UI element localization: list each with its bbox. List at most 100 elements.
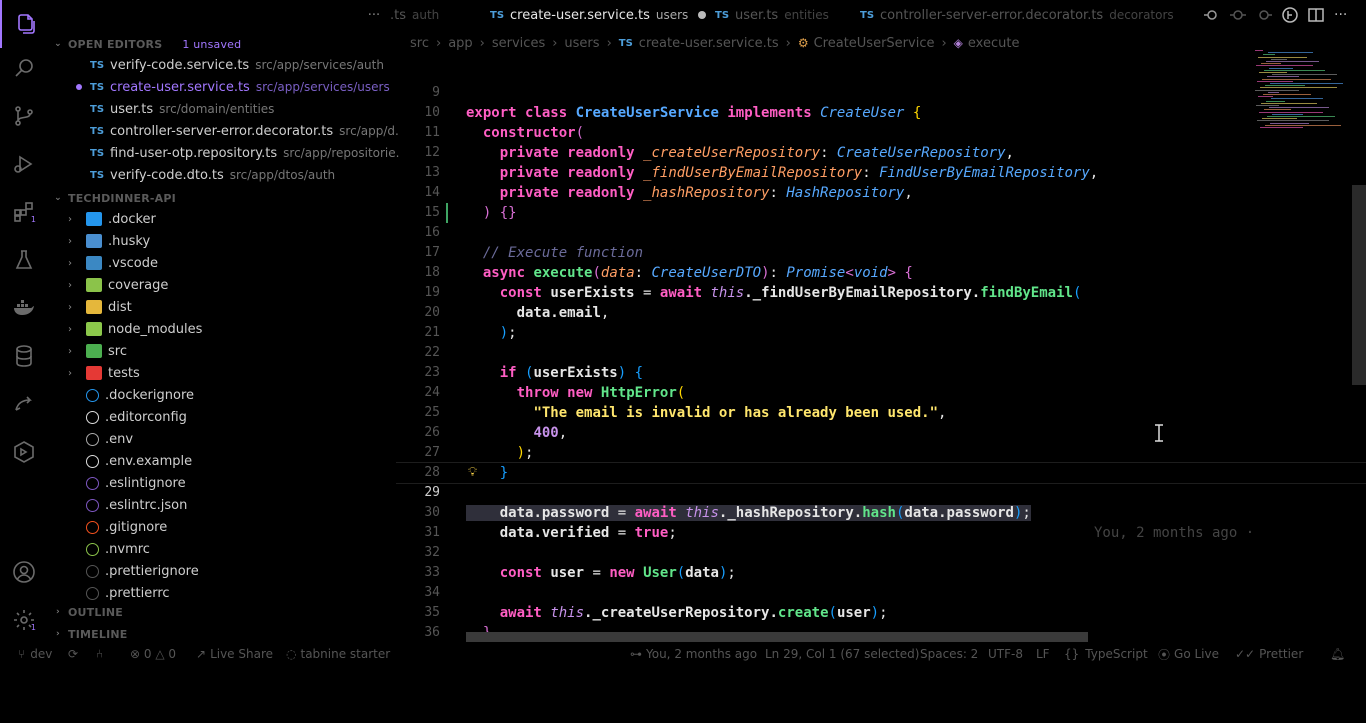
live-share-status[interactable]: ↗ Live Share — [196, 644, 273, 664]
horizontal-scrollbar[interactable] — [466, 632, 1088, 642]
file-item[interactable]: .env.example — [86, 450, 400, 472]
code-line[interactable]: 24 "The email is invalid or has already … — [400, 363, 1366, 421]
code-line[interactable]: 21 — [400, 303, 1366, 340]
branch-indicator[interactable]: ⑂ dev — [18, 644, 52, 664]
timeline-header[interactable]: › TIMELINE — [48, 623, 127, 644]
git-graph-icon[interactable]: ⑃ — [96, 644, 103, 664]
file-item[interactable]: .dockerignore — [86, 384, 400, 406]
folder-item[interactable]: › .husky — [68, 230, 400, 252]
code-line[interactable]: 28 — [400, 443, 1366, 480]
outline-header[interactable]: › OUTLINE — [48, 601, 123, 623]
git-previous-icon[interactable] — [1230, 7, 1246, 23]
open-editors-header[interactable]: ⌄ OPEN EDITORS 1 unsaved — [48, 33, 241, 55]
open-editor-item[interactable]: TS find-user-otp.repository.ts src/app/r… — [90, 142, 400, 164]
testing-flask-icon[interactable] — [0, 236, 48, 284]
encoding[interactable]: UTF-8 — [988, 644, 1023, 664]
code-line[interactable]: 20 ); — [400, 283, 1366, 341]
code-line[interactable]: 15 — [400, 183, 1366, 220]
search-icon[interactable] — [0, 44, 48, 92]
code-line[interactable]: 13 private readonly _hashRepository: Has… — [400, 143, 1366, 201]
explorer-icon[interactable] — [0, 0, 50, 48]
tab-create-user-service[interactable]: TS create-user.service.ts users — [490, 0, 707, 30]
split-editor-icon[interactable] — [1308, 7, 1324, 23]
file-item[interactable]: .env — [86, 428, 400, 450]
unsaved-dot-icon[interactable] — [698, 11, 707, 19]
git-next-icon[interactable] — [1256, 7, 1272, 23]
code-line[interactable]: 30 data.verified = true; — [400, 483, 1366, 541]
folder-item[interactable]: › .vscode — [68, 252, 400, 274]
folder-item[interactable]: › .docker — [68, 208, 400, 230]
code-line[interactable]: 27 } — [400, 423, 1366, 481]
tab-overflow-icon[interactable]: ··· — [364, 0, 384, 30]
minimap[interactable] — [1255, 50, 1355, 140]
open-editor-item[interactable]: TS verify-code.service.ts src/app/servic… — [90, 54, 400, 76]
code-line[interactable]: 23 throw new HttpError( — [400, 343, 1366, 401]
tab-controller-server-error[interactable]: TS controller-server-error.decorator.ts … — [860, 0, 1174, 30]
open-editor-item-active[interactable]: TS create-user.service.ts src/app/servic… — [90, 76, 400, 98]
open-editor-item[interactable]: TS controller-server-error.decorator.ts … — [90, 120, 400, 142]
code-line[interactable]: 14 ) {} — [400, 163, 1366, 221]
language-mode[interactable]: {} TypeScript — [1064, 644, 1148, 664]
tab-verify-code[interactable]: .ts auth — [390, 0, 439, 30]
file-item[interactable]: .prettierrc — [86, 582, 400, 604]
prettier-status[interactable]: ✓✓ Prettier — [1235, 644, 1303, 664]
indentation[interactable]: Spaces: 2 — [920, 644, 978, 664]
code-line[interactable]: 12 private readonly _findUserByEmailRepo… — [400, 123, 1366, 181]
file-icon — [86, 388, 99, 402]
git-compare-icon[interactable] — [1204, 7, 1220, 23]
code-line[interactable]: 19 data.email, — [400, 263, 1366, 321]
code-line[interactable]: 16 // Execute function — [400, 203, 1366, 261]
run-debug-icon[interactable] — [0, 140, 48, 188]
file-item[interactable]: .editorconfig — [86, 406, 400, 428]
file-item[interactable]: .nvmrc — [86, 538, 400, 560]
code-line[interactable]: 22 if (userExists) { — [400, 323, 1366, 381]
code-line[interactable]: 36 } — [400, 603, 1366, 661]
sync-icon[interactable]: ⟳ — [68, 644, 78, 664]
source-control-icon[interactable] — [0, 92, 48, 140]
tabnine-status[interactable]: ◌ tabnine starter — [286, 644, 390, 664]
code-line[interactable]: 25 400, — [400, 383, 1366, 441]
tab-user[interactable]: TS user.ts entities — [715, 0, 829, 30]
account-icon[interactable] — [0, 548, 48, 596]
file-item[interactable]: .eslintignore — [86, 472, 400, 494]
code-line[interactable]: 35 } — [400, 583, 1366, 641]
settings-gear-icon[interactable]: 1 — [0, 596, 48, 644]
code-line[interactable]: 31 — [400, 503, 1366, 540]
database-icon[interactable] — [0, 332, 48, 380]
code-line[interactable]: 11 private readonly _createUserRepositor… — [400, 103, 1366, 161]
problems-indicator[interactable]: ⊗ 0 △ 0 — [130, 644, 176, 664]
code-line[interactable]: 9 export class CreateUserService impleme… — [400, 63, 1366, 121]
file-item[interactable]: .eslintrc.json — [86, 494, 400, 516]
code-line[interactable]: 26 ); — [400, 403, 1366, 461]
docker-icon[interactable] — [0, 284, 48, 332]
lightbulb-icon[interactable]: 💡︎ — [468, 463, 477, 483]
gitlens-icon[interactable] — [1282, 7, 1298, 23]
project-header[interactable]: ⌄ TECHDINNER-API — [48, 187, 176, 209]
code-line[interactable]: 32 const user = new User(data); — [400, 523, 1366, 581]
blame-status[interactable]: ⊶ You, 2 months ago — [630, 644, 757, 664]
go-live-button[interactable]: ⦿ Go Live — [1158, 644, 1219, 664]
code-line[interactable]: 33 — [400, 543, 1366, 580]
folder-item[interactable]: › dist — [68, 296, 400, 318]
open-editor-item[interactable]: TS verify-code.dto.ts src/app/dtos/auth — [90, 164, 400, 186]
vertical-scrollbar[interactable] — [1352, 185, 1366, 385]
code-line[interactable]: 29 data.password = await this._hashRepos… — [400, 463, 1366, 541]
code-line[interactable]: 34 await this._createUserRepository.crea… — [400, 563, 1366, 621]
code-line[interactable]: 17 async execute(data: CreateUserDTO): P… — [400, 223, 1366, 281]
folder-item[interactable]: › node_modules — [68, 318, 400, 340]
code-line[interactable]: 10 constructor( — [400, 83, 1366, 141]
end-of-line[interactable]: LF — [1036, 644, 1050, 664]
more-actions-icon[interactable]: ··· — [1334, 7, 1347, 23]
extensions-icon[interactable]: 1 — [0, 188, 48, 236]
folder-item[interactable]: › src — [68, 340, 400, 362]
live-share-icon[interactable] — [0, 380, 48, 428]
code-line[interactable]: 18 const userExists = await this._findUs… — [400, 243, 1366, 301]
notifications-bell-icon[interactable]: 🔔︎ — [1330, 644, 1345, 664]
open-editor-item[interactable]: TS user.ts src/domain/entities — [90, 98, 400, 120]
file-item[interactable]: .prettierignore — [86, 560, 400, 582]
remote-explorer-icon[interactable] — [0, 428, 48, 476]
file-item[interactable]: .gitignore — [86, 516, 400, 538]
cursor-position[interactable]: Ln 29, Col 1 (67 selected) — [765, 644, 919, 664]
folder-item[interactable]: › tests — [68, 362, 400, 384]
folder-item[interactable]: › coverage — [68, 274, 400, 296]
